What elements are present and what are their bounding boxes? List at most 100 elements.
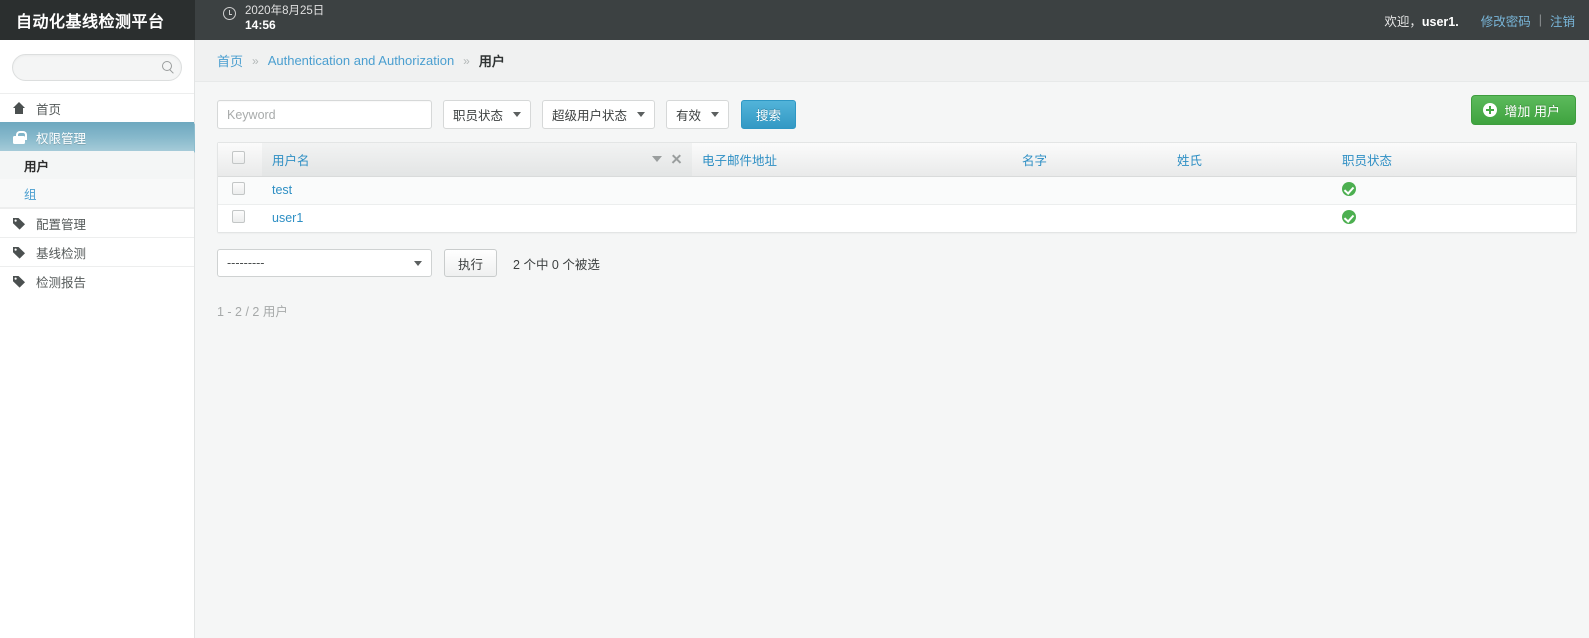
selection-count: 2 个中 0 个被选 xyxy=(513,257,600,272)
row-select-cell xyxy=(218,176,262,205)
clock-icon xyxy=(223,7,236,20)
home-icon xyxy=(10,102,28,114)
close-icon[interactable] xyxy=(671,154,682,165)
superuser-status-value: 超级用户状态 xyxy=(552,109,628,123)
table-row[interactable]: user1 xyxy=(218,204,1576,232)
sidebar-item-config[interactable]: 配置管理 xyxy=(0,208,194,237)
row-checkbox[interactable] xyxy=(232,182,245,195)
sidebar-subitem-users[interactable]: 用户 xyxy=(0,151,194,179)
sidebar: 首页 权限管理 用户 组 配置管理 基线检测 检测报告 xyxy=(0,40,205,638)
superuser-status-select[interactable]: 超级用户状态 xyxy=(542,100,656,129)
logout-link[interactable]: 注销 xyxy=(1550,11,1575,30)
plus-circle-icon xyxy=(1483,103,1498,117)
sidebar-item-home[interactable]: 首页 xyxy=(0,93,194,122)
tags-icon xyxy=(10,246,28,259)
sort-tools xyxy=(652,154,682,165)
sidebar-item-label: 基线检测 xyxy=(36,246,87,261)
chevron-down-icon xyxy=(711,112,720,117)
cell-staff-status xyxy=(1332,176,1576,205)
action-bar: --------- 执行 2 个中 0 个被选 xyxy=(195,233,1589,277)
users-table-wrapper: 用户名 电子邮件地址 名字 姓氏 职员状态 test user1 xyxy=(217,142,1577,233)
clock-date: 2020年8月25日 xyxy=(245,5,325,17)
bulk-action-value: --------- xyxy=(227,256,265,270)
column-label-staff-status: 职员状态 xyxy=(1342,153,1393,168)
sidebar-item-permissions[interactable]: 权限管理 xyxy=(0,122,205,153)
sidebar-item-label: 首页 xyxy=(36,102,62,117)
add-user-button[interactable]: 增加 用户 xyxy=(1471,95,1576,125)
cell-email xyxy=(692,204,1012,232)
change-password-link[interactable]: 修改密码 xyxy=(1481,11,1531,30)
menu-separator: | xyxy=(1538,13,1542,27)
username-link[interactable]: user1 xyxy=(272,211,303,225)
filter-bar: 职员状态 超级用户状态 有效 搜索 增加 用户 xyxy=(195,82,1589,134)
welcome-username: user1. xyxy=(1421,14,1459,29)
breadcrumb-current: 用户 xyxy=(478,54,505,69)
cell-username: user1 xyxy=(262,204,692,232)
cell-email xyxy=(692,176,1012,205)
sidebar-subnav: 用户 组 xyxy=(0,151,194,208)
app-title: 自动化基线检测平台 xyxy=(0,0,195,40)
column-header-first-name[interactable]: 名字 xyxy=(1012,143,1167,177)
sidebar-item-baseline[interactable]: 基线检测 xyxy=(0,237,194,266)
lock-icon xyxy=(10,130,28,144)
welcome-prefix: 欢迎， xyxy=(1384,14,1422,29)
pagination-summary: 1 - 2 / 2 用户 xyxy=(217,305,288,319)
users-table: 用户名 电子邮件地址 名字 姓氏 职员状态 test user1 xyxy=(218,143,1576,232)
search-input[interactable] xyxy=(217,100,432,129)
sidebar-search-wrap xyxy=(0,40,194,93)
table-header-row: 用户名 电子邮件地址 名字 姓氏 职员状态 xyxy=(218,143,1576,177)
sidebar-search-input[interactable] xyxy=(13,55,181,80)
check-circle-icon xyxy=(1342,181,1356,196)
cell-last-name xyxy=(1167,204,1332,232)
column-label-first-name: 名字 xyxy=(1022,153,1048,168)
tags-icon xyxy=(10,275,28,288)
breadcrumb-separator: » xyxy=(252,53,259,68)
chevron-down-icon xyxy=(414,260,422,266)
cell-first-name xyxy=(1012,204,1167,232)
staff-status-value: 职员状态 xyxy=(453,109,504,123)
clock-widget: 2020年8月25日 14:56 xyxy=(195,0,324,40)
breadcrumb: 首页 » Authentication and Authorization » … xyxy=(195,40,1589,82)
row-select-cell xyxy=(218,204,262,232)
run-action-button[interactable]: 执行 xyxy=(444,249,498,277)
chevron-down-icon[interactable] xyxy=(652,156,662,163)
column-header-last-name[interactable]: 姓氏 xyxy=(1167,143,1332,177)
sidebar-subitem-groups[interactable]: 组 xyxy=(0,179,194,207)
clock-time: 14:56 xyxy=(245,18,276,32)
breadcrumb-section[interactable]: Authentication and Authorization xyxy=(268,53,454,68)
table-head: 用户名 电子邮件地址 名字 姓氏 职员状态 xyxy=(218,143,1576,177)
select-all-header xyxy=(218,143,262,177)
tags-icon xyxy=(10,217,28,230)
column-header-email[interactable]: 电子邮件地址 xyxy=(692,143,1012,177)
table-row[interactable]: test xyxy=(218,176,1576,205)
sidebar-item-reports[interactable]: 检测报告 xyxy=(0,266,194,295)
sidebar-nav: 首页 权限管理 用户 组 配置管理 基线检测 检测报告 xyxy=(0,93,205,295)
sidebar-item-label: 权限管理 xyxy=(36,131,87,146)
main-content: 首页 » Authentication and Authorization » … xyxy=(195,40,1589,638)
bulk-action-select[interactable]: --------- xyxy=(217,249,432,277)
row-checkbox[interactable] xyxy=(232,210,245,224)
search-button[interactable]: 搜索 xyxy=(741,100,797,129)
column-label-email: 电子邮件地址 xyxy=(702,153,778,168)
column-header-username[interactable]: 用户名 xyxy=(262,143,692,177)
search-icon[interactable] xyxy=(162,61,172,71)
top-bar: 自动化基线检测平台 2020年8月25日 14:56 欢迎，user1. 修改密… xyxy=(0,0,1589,40)
column-label-username: 用户名 xyxy=(272,153,310,168)
cell-username: test xyxy=(262,176,692,205)
select-all-checkbox[interactable] xyxy=(232,151,245,165)
check-circle-icon xyxy=(1342,209,1356,224)
cell-first-name xyxy=(1012,176,1167,205)
staff-status-select[interactable]: 职员状态 xyxy=(443,100,532,129)
welcome-text: 欢迎，user1. xyxy=(1384,11,1458,30)
active-select[interactable]: 有效 xyxy=(666,100,730,129)
sidebar-item-label: 配置管理 xyxy=(36,217,87,232)
cell-staff-status xyxy=(1332,204,1576,232)
sidebar-search-box[interactable] xyxy=(12,54,182,81)
user-menu: 欢迎，user1. 修改密码 | 注销 xyxy=(1384,0,1589,40)
column-label-last-name: 姓氏 xyxy=(1177,153,1203,168)
username-link[interactable]: test xyxy=(272,183,292,197)
breadcrumb-separator: » xyxy=(463,53,470,68)
breadcrumb-home[interactable]: 首页 xyxy=(217,51,243,70)
column-header-staff-status[interactable]: 职员状态 xyxy=(1332,143,1576,177)
cell-last-name xyxy=(1167,176,1332,205)
